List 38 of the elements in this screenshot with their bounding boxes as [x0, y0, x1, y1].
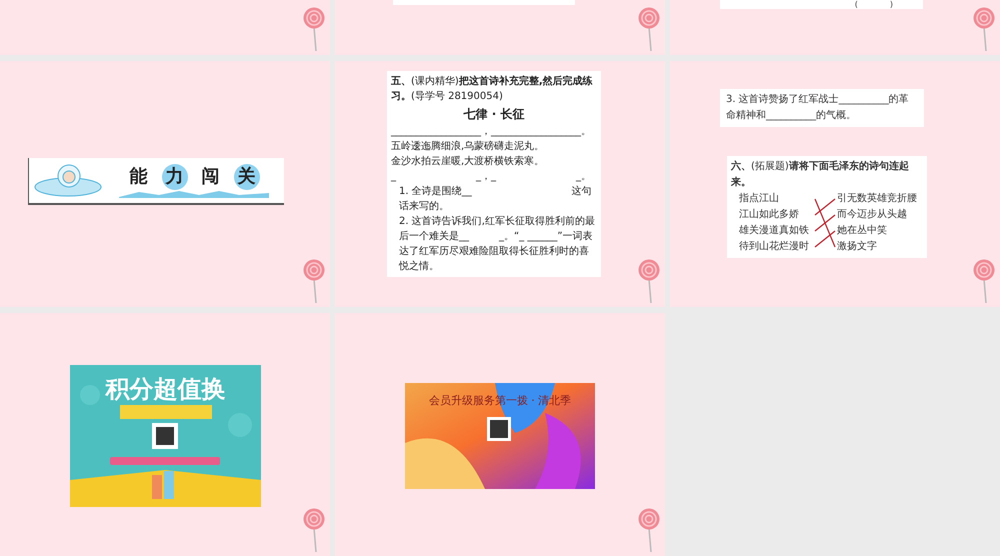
poem-line: 金沙水拍云崖暖,大渡桥横铁索寒。	[391, 154, 546, 169]
answer-parentheses: ( )	[854, 0, 893, 9]
lollipop-icon	[637, 7, 661, 51]
verse-line: 指点江山	[739, 192, 780, 206]
title-character: 闯	[200, 165, 220, 189]
lollipop-icon	[302, 7, 326, 51]
lollipop-icon	[302, 508, 326, 552]
verse-line: 引无数英雄竞折腰	[837, 192, 917, 206]
poem-title: 七律 · 长征	[462, 106, 526, 123]
verse-line: 待到山花烂漫时	[739, 240, 810, 254]
question-text: 3. 这首诗赞扬了红军战士__________的革命精神和__________的气概。	[726, 92, 910, 123]
title-character: 关	[234, 164, 260, 190]
lollipop-icon	[302, 259, 326, 303]
verse-line: 而今迈步从头越	[837, 208, 908, 222]
lollipop-icon	[637, 259, 661, 303]
slide-thumbnail[interactable]	[0, 0, 330, 55]
title-character: 力	[162, 164, 188, 190]
exercise-heading: 六、(拓展题)请将下面毛泽东的诗句连起来。	[731, 159, 910, 190]
title-character: 能	[128, 165, 148, 189]
exercise-heading: 五、(课内精华)把这首诗补充完整,然后完成练习。(导学号 28190054)	[391, 74, 594, 104]
verse-line: 江山如此多娇	[739, 208, 800, 222]
poster-title: 积分超值换	[104, 374, 226, 405]
question-text: 1. 全诗是围绕__ 这句话来写的。	[398, 184, 593, 214]
verse-line: 雄关漫道真如铁	[739, 224, 810, 238]
poem-line: __________________，__________________。	[391, 125, 592, 139]
slide-thumbnail[interactable]: 3. 这首诗赞扬了红军战士__________的革命精神和__________的气概。 六、(拓展题)请将下面毛泽东的诗句连起来。 指点江山 江山如此多娇 雄关漫道真如铁 待到山花烂漫时 引无数英雄竞折腰 而今迈步从头越 她在丛中笑 激扬文字	[670, 61, 1000, 307]
slide-thumbnail[interactable]	[335, 0, 665, 55]
slide-thumbnail[interactable]: 能 力 闯 关	[0, 61, 330, 307]
question-text: 2. 这首诗告诉我们,红军长征取得胜利前的最后一个难关是__ _。“_ ______”一词表达了红军历尽艰难险阻取得长征胜利时的喜悦之情。	[398, 214, 596, 274]
verse-line: 她在丛中笑	[837, 224, 888, 238]
lollipop-icon	[972, 7, 996, 51]
poem-line: _ _，_ _。	[391, 170, 592, 184]
slide-thumbnail[interactable]	[335, 61, 665, 307]
lollipop-icon	[972, 259, 996, 303]
verse-line: 激扬文字	[837, 240, 878, 254]
poem-line: 五岭逶迤腾细浪,乌蒙磅礴走泥丸。	[391, 140, 546, 154]
slide-thumbnail[interactable]: ( )	[670, 0, 1000, 55]
lollipop-icon	[637, 508, 661, 552]
